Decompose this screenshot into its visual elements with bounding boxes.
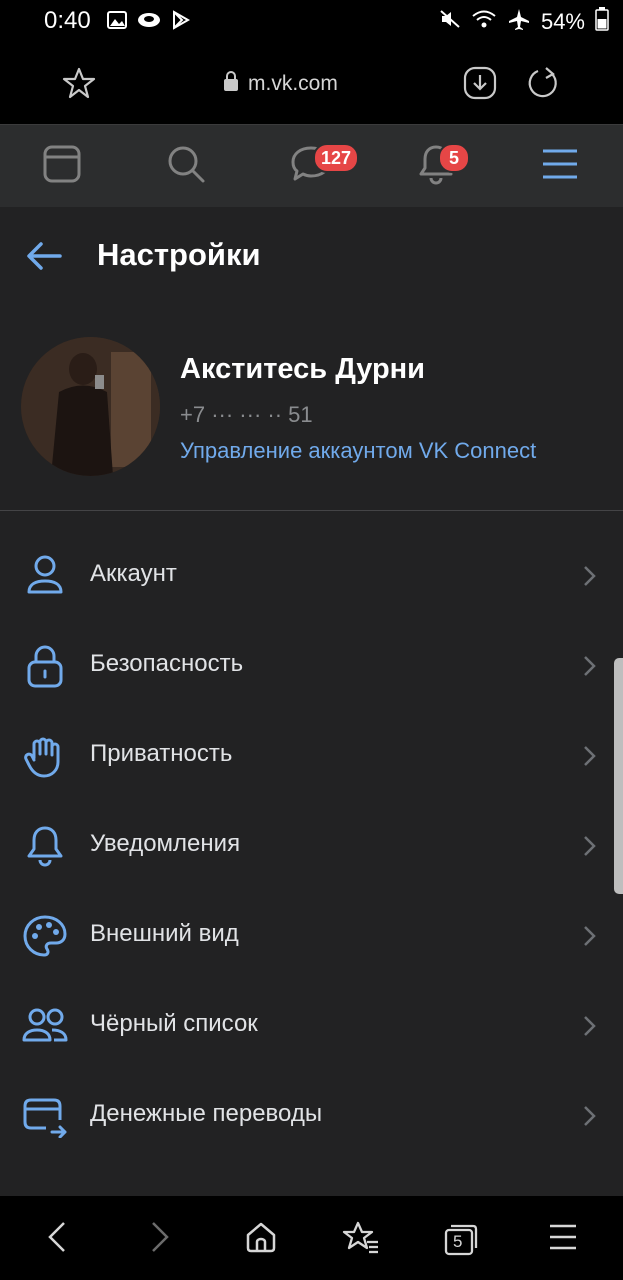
cloud-icon [136,9,162,36]
chevron-right-icon [582,924,598,953]
browser-bottom-bar: 5 [0,1196,623,1280]
feed-button[interactable] [37,141,87,191]
menu-item-privacy[interactable]: Приватность [0,710,623,800]
wifi-icon [471,8,497,36]
menu-item-notifications[interactable]: Уведомления [0,800,623,890]
page-header: Настройки [0,207,623,307]
menu-item-label: Внешний вид [90,920,239,947]
star-icon[interactable] [62,66,96,105]
avatar[interactable] [21,337,160,476]
main-menu-button[interactable] [535,141,585,191]
search-button[interactable] [161,141,211,191]
chevron-right-icon [582,1014,598,1043]
home-button[interactable] [238,1216,284,1262]
palette-icon [22,914,68,958]
chevron-right-icon [582,744,598,773]
menu-item-account[interactable]: Аккаунт [0,530,623,620]
menu-item-label: Безопасность [90,650,244,677]
card-icon [22,1094,68,1139]
airplane-icon [507,8,531,36]
page-title: Настройки [97,237,261,272]
back-button[interactable] [34,1216,80,1262]
status-time: 0:40 [44,7,91,34]
menu-icon [541,148,579,185]
home-icon [244,1220,278,1259]
menu-item-label: Денежные переводы [90,1100,323,1127]
mute-icon [439,8,461,36]
forward-icon [148,1220,172,1259]
reload-icon[interactable] [526,66,560,105]
menu-item-label: Уведомления [90,830,241,857]
vk-top-nav: 127 5 [0,125,623,207]
menu-item-partial[interactable] [0,1160,623,1196]
user-icon [22,554,68,598]
lock-icon [22,644,68,688]
battery-percent: 54% [540,9,585,34]
more-menu-icon [548,1223,578,1256]
lock-icon [222,70,240,98]
menu-item-appearance[interactable]: Внешний вид [0,890,623,980]
gallery-icon [106,9,128,36]
play-store-icon [170,9,192,36]
profile-phone: +7 ··· ··· ·· 51 [180,402,313,427]
back-icon [45,1220,69,1259]
back-arrow-icon[interactable] [24,239,64,278]
chevron-right-icon [582,654,598,683]
status-bar: 0:40 54% [0,0,623,42]
battery-icon [595,7,609,37]
forward-button[interactable] [137,1216,183,1262]
profile-name: Акститесь Дурни [180,353,426,385]
feed-icon [43,145,81,188]
bookmarks-icon [342,1220,380,1259]
chevron-right-icon [582,834,598,863]
messages-badge: 127 [313,143,360,173]
menu-item-label: Чёрный список [90,1010,258,1037]
search-icon [166,144,206,189]
menu-item-money-transfers[interactable]: Денежные переводы [0,1070,623,1160]
chevron-right-icon [582,564,598,593]
scrollbar-thumb[interactable] [614,658,623,894]
vk-connect-link[interactable]: Управление аккаунтом VK Connect [180,438,536,464]
partial-icon [22,1184,68,1196]
bookmarks-button[interactable] [338,1216,384,1262]
bell-icon [22,824,68,868]
menu-item-security[interactable]: Безопасность [0,620,623,710]
users-icon [22,1004,68,1048]
menu-item-label: Аккаунт [90,560,177,587]
browser-toolbar: m.vk.com [0,42,623,124]
profile-card[interactable]: Акститесь Дурни +7 ··· ··· ·· 51 Управле… [0,307,623,510]
menu-item-blacklist[interactable]: Чёрный список [0,980,623,1070]
address-bar[interactable]: m.vk.com [222,70,338,98]
profile-divider [0,510,623,511]
chevron-right-icon [582,1104,598,1133]
hand-icon [22,734,68,778]
download-icon[interactable] [463,66,497,105]
tabs-button[interactable]: 5 [438,1216,484,1262]
tabs-icon: 5 [443,1222,479,1256]
menu-item-label: Приватность [90,740,233,767]
more-menu-button[interactable] [540,1216,586,1262]
tabs-count: 5 [453,1232,463,1251]
url-text: m.vk.com [248,72,338,95]
notifications-badge: 5 [438,143,470,173]
